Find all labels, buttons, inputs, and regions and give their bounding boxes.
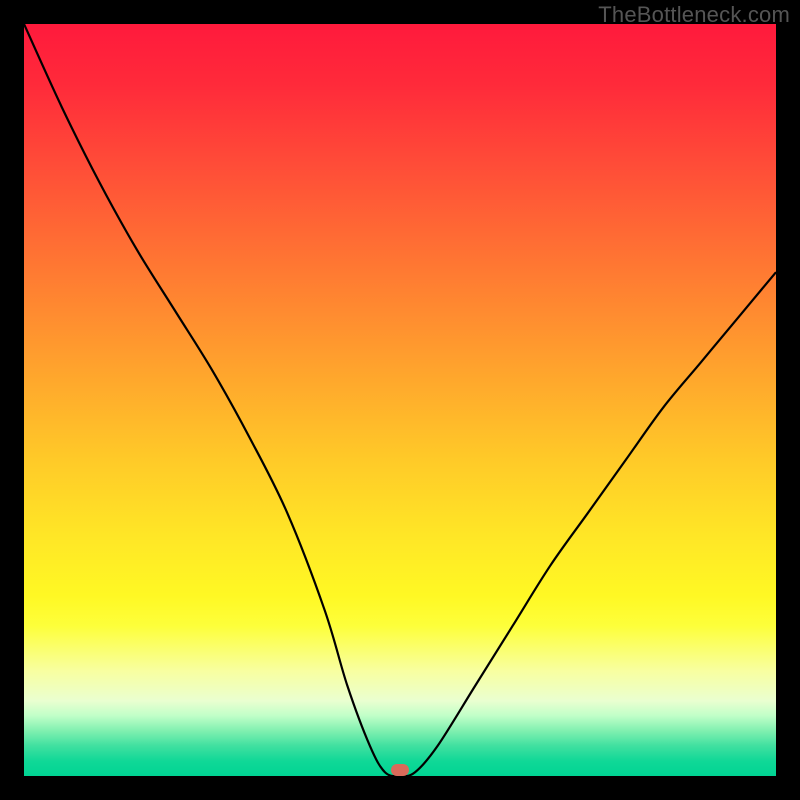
minimum-marker [391, 764, 409, 776]
plot-area [24, 24, 776, 776]
watermark-label: TheBottleneck.com [598, 2, 790, 28]
bottleneck-curve [24, 24, 776, 776]
curve-svg [24, 24, 776, 776]
